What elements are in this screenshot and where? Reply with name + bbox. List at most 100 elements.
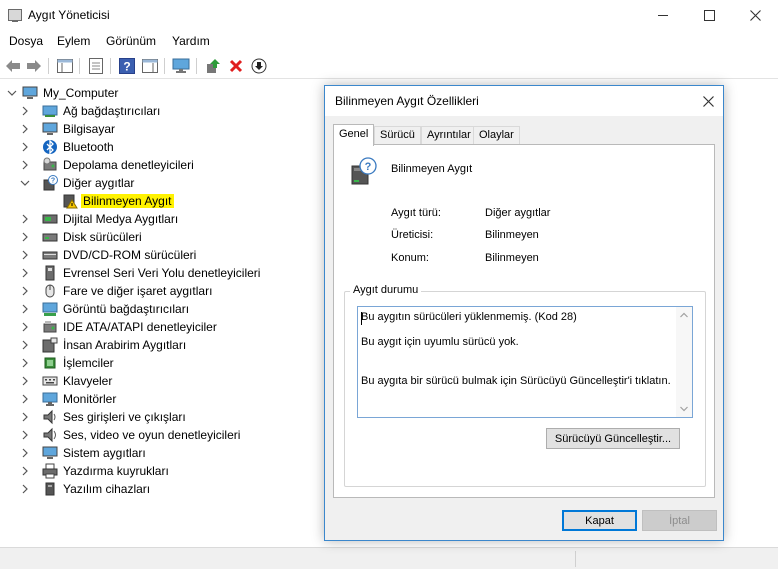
uninstall-device-button[interactable] <box>226 56 246 76</box>
chevron-right-icon[interactable] <box>20 231 30 243</box>
chevron-right-icon[interactable] <box>20 321 30 333</box>
hid-icon <box>42 337 58 353</box>
chevron-down-icon[interactable] <box>20 177 30 189</box>
update-driver-button[interactable] <box>203 56 223 76</box>
tree-item[interactable]: İnsan Arabirim Aygıtları <box>0 336 325 354</box>
tree-item[interactable]: Ses girişleri ve çıkışları <box>0 408 325 426</box>
maximize-button[interactable] <box>686 0 732 30</box>
close-dialog-button[interactable]: Kapat <box>562 510 637 531</box>
tree-item-label: Yazılım cihazları <box>63 482 151 496</box>
tree-item[interactable]: Ağ bağdaştırıcıları <box>0 102 325 120</box>
tree-item[interactable]: Depolama denetleyicileri <box>0 156 325 174</box>
help-button[interactable]: ? <box>117 56 137 76</box>
action-pane-button[interactable] <box>140 56 160 76</box>
tree-item[interactable]: Yazılım cihazları <box>0 480 325 498</box>
enable-device-button[interactable] <box>249 56 269 76</box>
tree-item[interactable]: Sistem aygıtları <box>0 444 325 462</box>
computer-root-icon <box>22 86 38 99</box>
chevron-right-icon[interactable] <box>20 339 30 351</box>
update-driver-dialog-button[interactable]: Sürücüyü Güncelleştir... <box>546 428 680 449</box>
prop-value-manufacturer: Bilinmeyen <box>485 229 539 241</box>
tree-item[interactable]: Klavyeler <box>0 372 325 390</box>
tree-item[interactable]: Ses, video ve oyun denetleyicileri <box>0 426 325 444</box>
tree-item[interactable]: Monitörler <box>0 390 325 408</box>
tree-item[interactable]: IDE ATA/ATAPI denetleyiciler <box>0 318 325 336</box>
device-status-group-title: Aygıt durumu <box>350 284 422 296</box>
status-scrollbar[interactable] <box>676 307 692 417</box>
properties-sheet-icon <box>89 58 103 74</box>
keyboard-icon <box>42 376 58 386</box>
tree-item[interactable]: İşlemciler <box>0 354 325 372</box>
chevron-down-icon[interactable] <box>7 87 17 99</box>
back-button[interactable] <box>3 56 23 76</box>
chevron-right-icon[interactable] <box>20 285 30 297</box>
tree-item[interactable]: Dijital Medya Aygıtları <box>0 210 325 228</box>
chevron-right-icon[interactable] <box>20 303 30 315</box>
scroll-down-icon[interactable] <box>680 406 688 412</box>
close-button[interactable] <box>732 0 778 30</box>
dialog-close-button[interactable] <box>693 86 723 116</box>
forward-arrow-icon <box>27 60 41 72</box>
chevron-right-icon[interactable] <box>20 447 30 459</box>
update-driver-icon <box>207 59 220 73</box>
scan-hardware-button[interactable] <box>171 56 191 76</box>
cancel-button[interactable]: İptal <box>642 510 717 531</box>
properties-sheet-button[interactable] <box>86 56 106 76</box>
tab-ayrintilar[interactable]: Ayrıntılar <box>421 126 477 145</box>
chevron-right-icon[interactable] <box>20 213 30 225</box>
chevron-right-icon[interactable] <box>20 141 30 153</box>
tree-item-label: Klavyeler <box>63 374 113 388</box>
menu-dosya[interactable]: Dosya <box>9 34 43 48</box>
tree-item-label: İşlemciler <box>63 356 114 370</box>
chevron-right-icon[interactable] <box>20 267 30 279</box>
tree-item[interactable]: Bluetooth <box>0 138 325 156</box>
tree-root-label: My_Computer <box>43 86 119 100</box>
menu-gorunum[interactable]: Görünüm <box>106 34 156 48</box>
chevron-right-icon[interactable] <box>20 357 30 369</box>
window-title: Aygıt Yöneticisi <box>28 8 110 22</box>
chevron-right-icon[interactable] <box>20 411 30 423</box>
prop-label-device-type: Aygıt türü: <box>391 207 441 219</box>
menu-eylem[interactable]: Eylem <box>57 34 90 48</box>
menu-yardim[interactable]: Yardım <box>172 34 210 48</box>
tree-item[interactable]: ? Diğer aygıtlar <box>0 174 325 192</box>
tree-item[interactable]: Bilinmeyen Aygıt <box>0 192 325 210</box>
tree-item[interactable]: Görüntü bağdaştırıcıları <box>0 300 325 318</box>
tree-root[interactable]: My_Computer <box>0 84 325 102</box>
tree-item[interactable]: Bilgisayar <box>0 120 325 138</box>
device-status-group: Aygıt durumu Bu aygıtın sürücüleri yükle… <box>344 284 706 487</box>
chevron-right-icon[interactable] <box>20 393 30 405</box>
monitor-scan-icon <box>172 58 190 73</box>
tree-item-label: Evrensel Seri Veri Yolu denetleyicileri <box>63 266 261 280</box>
chevron-right-icon[interactable] <box>20 159 30 171</box>
chevron-right-icon[interactable] <box>20 123 30 135</box>
dialog-title-bar: Bilinmeyen Aygıt Özellikleri <box>325 86 723 116</box>
chevron-right-icon[interactable] <box>20 465 30 477</box>
status-bar <box>0 547 778 569</box>
scroll-up-icon[interactable] <box>680 312 688 318</box>
tree-item-label: Ağ bağdaştırıcıları <box>63 104 161 118</box>
tree-item[interactable]: Disk sürücüleri <box>0 228 325 246</box>
bluetooth-icon <box>43 139 57 155</box>
display-adapter-icon <box>42 302 58 316</box>
chevron-right-icon[interactable] <box>20 249 30 261</box>
monitor-icon <box>42 392 58 406</box>
chevron-right-icon[interactable] <box>20 105 30 117</box>
tab-surucu[interactable]: Sürücü <box>374 126 421 145</box>
tree-item[interactable]: Evrensel Seri Veri Yolu denetleyicileri <box>0 264 325 282</box>
prop-value-device-type: Diğer aygıtlar <box>485 207 551 219</box>
tree-item[interactable]: DVD/CD-ROM sürücüleri <box>0 246 325 264</box>
chevron-right-icon[interactable] <box>20 429 30 441</box>
tree-item[interactable]: Yazdırma kuyrukları <box>0 462 325 480</box>
chevron-right-icon[interactable] <box>20 375 30 387</box>
usb-controller-icon <box>45 265 55 281</box>
forward-button[interactable] <box>24 56 44 76</box>
minimize-button[interactable] <box>640 0 686 30</box>
unknown-device-warning-icon <box>63 194 78 209</box>
device-status-textbox[interactable]: Bu aygıtın sürücüleri yüklenmemiş. (Kod … <box>357 306 693 418</box>
tree-item[interactable]: Fare ve diğer işaret aygıtları <box>0 282 325 300</box>
tab-olaylar[interactable]: Olaylar <box>473 126 520 145</box>
chevron-right-icon[interactable] <box>20 483 30 495</box>
tab-genel[interactable]: Genel <box>333 124 375 146</box>
show-hide-console-tree-button[interactable] <box>55 56 75 76</box>
